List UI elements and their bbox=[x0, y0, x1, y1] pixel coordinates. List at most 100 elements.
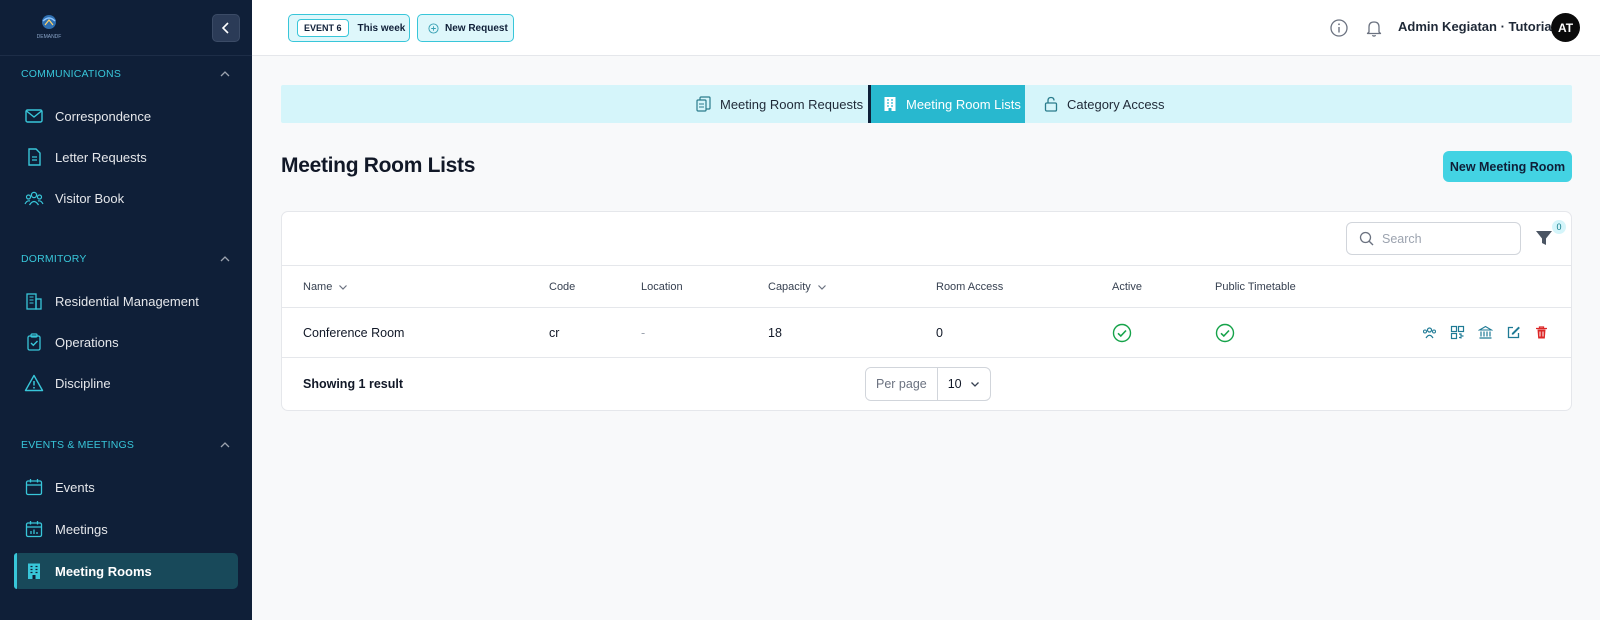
filter-icon[interactable] bbox=[1535, 229, 1553, 247]
page-title: Meeting Room Lists bbox=[281, 154, 476, 177]
sidebar-item-events[interactable]: Events bbox=[14, 469, 238, 505]
calendar-icon bbox=[25, 479, 43, 496]
edit-icon[interactable] bbox=[1506, 325, 1521, 340]
tab-label: Meeting Room Lists bbox=[906, 96, 1021, 112]
sidebar-item-residential-management[interactable]: Residential Management bbox=[14, 283, 238, 319]
sort-chevron-down-icon bbox=[817, 285, 826, 290]
building-icon bbox=[26, 293, 42, 310]
column-header-active: Active bbox=[1112, 281, 1142, 293]
svg-text:DEMANDF: DEMANDF bbox=[37, 34, 62, 40]
section-title-communications[interactable]: COMMUNICATIONS bbox=[0, 64, 252, 84]
sidebar-item-discipline[interactable]: Discipline bbox=[14, 365, 238, 401]
chevron-left-icon bbox=[221, 22, 229, 34]
section-title-dormitory[interactable]: DORMITORY bbox=[0, 249, 252, 269]
cell-public-timetable bbox=[1215, 308, 1235, 357]
chevron-up-icon bbox=[220, 442, 230, 448]
sidebar-item-label: Letter Requests bbox=[55, 149, 147, 165]
tab-meeting-room-requests[interactable]: Meeting Room Requests bbox=[696, 85, 863, 123]
lock-icon bbox=[1044, 96, 1058, 112]
sidebar-item-label: Operations bbox=[55, 334, 119, 350]
sidebar-item-correspondence[interactable]: Correspondence bbox=[14, 98, 238, 134]
meeting-rooms-table-card: 0 Name Code Location Capacity Room Acces… bbox=[281, 211, 1572, 411]
cell-active bbox=[1112, 308, 1132, 357]
column-header-public-timetable: Public Timetable bbox=[1215, 281, 1296, 293]
table-row[interactable]: Conference Room cr - 18 0 bbox=[282, 308, 1571, 358]
chevron-down-icon bbox=[970, 382, 979, 387]
sidebar-item-label: Events bbox=[55, 479, 95, 495]
bank-building-icon[interactable] bbox=[1478, 325, 1493, 340]
event-count-badge: EVENT 6 bbox=[297, 19, 349, 37]
chevron-up-icon bbox=[220, 71, 230, 77]
cell-code: cr bbox=[549, 325, 560, 340]
qr-code-icon[interactable] bbox=[1450, 325, 1465, 340]
office-building-icon bbox=[884, 97, 896, 111]
column-header-name[interactable]: Name bbox=[303, 266, 348, 308]
check-circle-icon bbox=[1112, 323, 1132, 342]
new-meeting-room-button[interactable]: New Meeting Room bbox=[1443, 151, 1572, 182]
top-bar: EVENT 6 This week New Request Admin Kegi… bbox=[252, 0, 1600, 56]
per-page-control: Per page 10 bbox=[865, 367, 991, 401]
tab-bar: Meeting Room Requests Meeting Room Lists… bbox=[281, 85, 1572, 123]
office-building-icon bbox=[28, 563, 40, 579]
column-header-location: Location bbox=[641, 281, 683, 293]
sidebar-item-label: Visitor Book bbox=[55, 190, 125, 206]
chevron-up-icon bbox=[220, 256, 230, 262]
room-access-users-icon[interactable] bbox=[1422, 325, 1437, 340]
section-communications: COMMUNICATIONS Correspondence Letter Req… bbox=[0, 64, 252, 216]
sidebar-item-label: Meeting Rooms bbox=[55, 563, 152, 579]
result-count: Showing 1 result bbox=[303, 377, 404, 391]
sidebar-item-meeting-rooms[interactable]: Meeting Rooms bbox=[14, 553, 238, 589]
per-page-label: Per page bbox=[866, 368, 938, 400]
users-icon bbox=[24, 191, 44, 206]
bell-icon[interactable] bbox=[1364, 18, 1384, 38]
mail-icon bbox=[25, 109, 43, 123]
sidebar-item-label: Correspondence bbox=[55, 108, 152, 124]
section-dormitory: DORMITORY Residential Management Operati… bbox=[0, 249, 252, 401]
clipboard-check-icon bbox=[27, 333, 41, 351]
user-name[interactable]: Admin Kegiatan · Tutorial bbox=[1398, 19, 1555, 34]
avatar[interactable]: AT bbox=[1551, 13, 1580, 42]
per-page-select[interactable]: 10 bbox=[938, 368, 990, 400]
cell-room-access: 0 bbox=[936, 325, 943, 340]
column-header-code: Code bbox=[549, 281, 576, 293]
documents-icon bbox=[696, 96, 711, 112]
column-header-room-access: Room Access bbox=[936, 281, 1004, 293]
tab-meeting-room-lists[interactable]: Meeting Room Lists bbox=[868, 85, 1025, 123]
info-icon[interactable] bbox=[1329, 18, 1349, 38]
sidebar-divider bbox=[0, 55, 252, 56]
event-week-button[interactable]: EVENT 6 This week bbox=[288, 14, 410, 42]
plus-circle-icon bbox=[428, 22, 439, 34]
sort-chevron-down-icon bbox=[339, 285, 348, 290]
warning-icon bbox=[24, 374, 44, 392]
search-icon bbox=[1359, 231, 1374, 246]
sidebar-item-meetings[interactable]: Meetings bbox=[14, 511, 238, 547]
sidebar-item-letter-requests[interactable]: Letter Requests bbox=[14, 139, 238, 175]
check-circle-icon bbox=[1215, 323, 1235, 342]
column-header-capacity[interactable]: Capacity bbox=[768, 266, 827, 308]
table-header: Name Code Location Capacity Room Access … bbox=[282, 265, 1571, 308]
section-title-events-meetings[interactable]: EVENTS & MEETINGS bbox=[0, 435, 252, 455]
cell-capacity: 18 bbox=[768, 325, 782, 340]
cell-location: - bbox=[641, 325, 646, 340]
search-box[interactable] bbox=[1346, 222, 1521, 255]
cell-name: Conference Room bbox=[303, 325, 405, 340]
sidebar-collapse-button[interactable] bbox=[212, 14, 240, 42]
new-request-button[interactable]: New Request bbox=[417, 14, 514, 42]
new-request-label: New Request bbox=[445, 22, 508, 34]
tab-category-access[interactable]: Category Access bbox=[1044, 85, 1165, 123]
filter-count-badge: 0 bbox=[1552, 220, 1566, 234]
sidebar-item-label: Residential Management bbox=[55, 293, 199, 309]
sidebar-item-operations[interactable]: Operations bbox=[14, 324, 238, 360]
app-logo[interactable]: DEMANDF bbox=[32, 12, 66, 40]
sidebar-item-visitor-book[interactable]: Visitor Book bbox=[14, 180, 238, 216]
calendar-chart-icon bbox=[25, 521, 43, 538]
trash-icon[interactable] bbox=[1534, 325, 1549, 340]
search-input[interactable] bbox=[1382, 231, 1512, 246]
section-events-meetings: EVENTS & MEETINGS Events Meetings Meetin… bbox=[0, 435, 252, 589]
tab-label: Category Access bbox=[1067, 96, 1165, 112]
tab-label: Meeting Room Requests bbox=[720, 96, 864, 112]
document-icon bbox=[28, 148, 41, 166]
sidebar-item-label: Discipline bbox=[55, 375, 111, 391]
event-range-label: This week bbox=[357, 22, 406, 34]
sidebar: DEMANDF COMMUNICATIONS Correspondence Le… bbox=[0, 0, 252, 620]
